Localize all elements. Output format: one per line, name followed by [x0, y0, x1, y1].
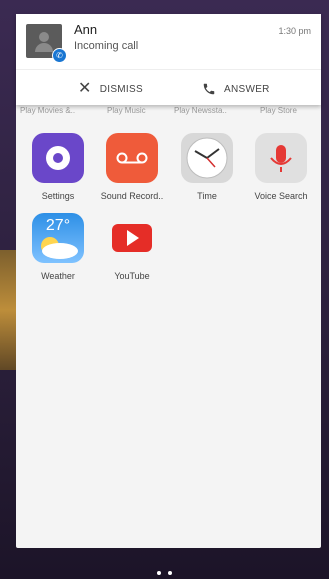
app-voice-search[interactable]: Voice Search: [246, 133, 316, 201]
person-head-icon: [39, 32, 49, 42]
microphone-icon: [255, 133, 307, 183]
app-weather[interactable]: 27° Weather: [23, 213, 93, 281]
app-sound-recorder[interactable]: Sound Record..: [97, 133, 167, 201]
app-settings[interactable]: Settings: [23, 133, 93, 201]
call-status: Incoming call: [74, 40, 139, 52]
app-label: Weather: [41, 271, 75, 281]
app-label: Time: [197, 191, 217, 201]
app-label-play-movies[interactable]: Play Movies &..: [20, 106, 75, 115]
clock-icon: [181, 133, 233, 183]
phone-icon: [203, 83, 215, 95]
app-label: Settings: [41, 191, 75, 201]
page-dot: [157, 571, 161, 575]
settings-gear-icon: [32, 133, 84, 183]
notification-time: 1:30 pm: [278, 26, 311, 36]
youtube-play-icon: [106, 213, 158, 263]
answer-label: ANSWER: [224, 83, 270, 95]
app-label-play-store[interactable]: Play Store: [260, 106, 297, 115]
app-label: Voice Search: [254, 191, 308, 201]
wallpaper-accent: [0, 250, 16, 370]
phone-badge-icon: ✆: [52, 48, 67, 63]
weather-icon: 27°: [32, 213, 84, 263]
dismiss-label: DISMISS: [99, 83, 143, 95]
page-dot: [168, 571, 172, 575]
app-labels-row: Play Movies &.. Play Music Play Newssta.…: [16, 106, 321, 120]
answer-button[interactable]: ANSWER: [202, 80, 270, 98]
incoming-call-notification[interactable]: ✆ Ann Incoming call 1:30 pm ✕ DISMISS AN…: [16, 14, 321, 105]
app-label: Sound Record..: [100, 191, 164, 201]
app-label: YouTube: [114, 271, 150, 281]
page-indicator[interactable]: [157, 571, 172, 575]
app-label-play-music[interactable]: Play Music: [107, 106, 146, 115]
caller-name: Ann: [74, 22, 98, 37]
notification-divider: [16, 69, 321, 70]
caller-avatar: ✆: [26, 24, 67, 63]
person-body-icon: [35, 43, 53, 52]
dismiss-button[interactable]: ✕ DISMISS: [78, 80, 143, 98]
close-icon: ✕: [78, 80, 92, 97]
app-youtube[interactable]: YouTube: [97, 213, 167, 281]
app-label-play-newsstand[interactable]: Play Newssta..: [174, 106, 227, 115]
app-time[interactable]: Time: [172, 133, 242, 201]
voicemail-icon: [106, 133, 158, 183]
